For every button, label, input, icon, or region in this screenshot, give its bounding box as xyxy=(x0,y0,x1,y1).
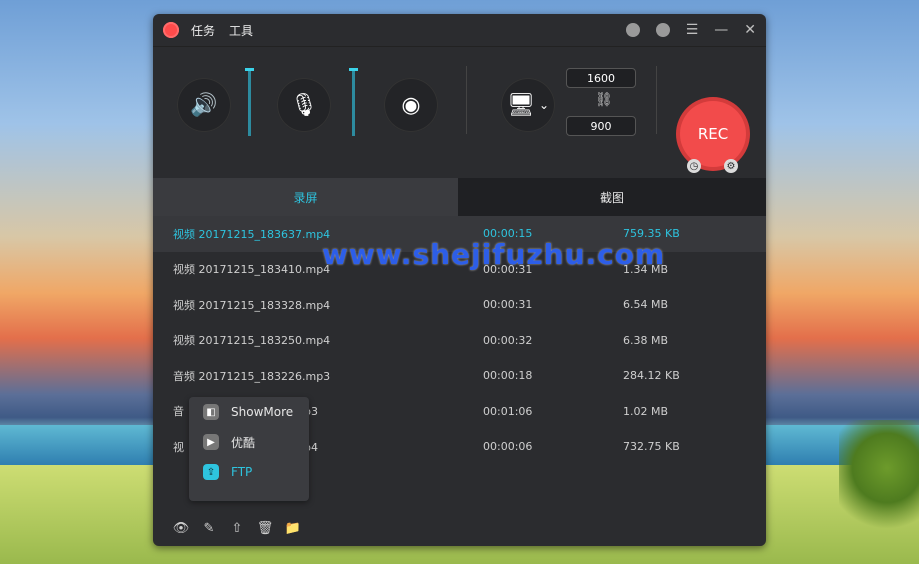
menu-tasks[interactable]: 任务 xyxy=(191,22,215,39)
watermark-text: www.shejifuzhu.com xyxy=(322,238,666,271)
tab-screenshot[interactable]: 截图 xyxy=(458,178,766,216)
settings-icon[interactable]: ⚙ xyxy=(724,159,738,173)
microphone-icon: 🎙 xyxy=(290,92,318,118)
tab-record[interactable]: 录屏 xyxy=(153,178,458,216)
popup-item-youku[interactable]: ▶ 优酷 xyxy=(189,427,309,457)
controls-divider-1 xyxy=(466,66,467,134)
popup-item-label: 优酷 xyxy=(231,435,256,450)
file-name-start: 音 xyxy=(173,405,184,419)
close-icon[interactable]: ✕ xyxy=(744,23,756,37)
file-duration: 00:00:18 xyxy=(483,369,533,383)
upload-icon[interactable]: ⇧ xyxy=(229,520,245,536)
file-duration: 00:00:32 xyxy=(483,333,533,347)
rec-button[interactable]: REC xyxy=(680,101,746,167)
youku-icon: ▶ xyxy=(203,434,219,450)
file-size: 1.02 MB xyxy=(623,404,669,418)
speaker-volume-slider[interactable] xyxy=(245,68,254,136)
file-duration: 00:01:06 xyxy=(483,404,533,418)
bottom-toolbar: 👁 ✎ ⇧ 🗑 📁 xyxy=(153,510,766,546)
file-name: 视频 20171215_183328.mp4 xyxy=(173,298,331,312)
height-input[interactable]: 900 xyxy=(566,116,636,136)
file-size: 284.12 KB xyxy=(623,369,680,383)
folder-icon[interactable]: 📁 xyxy=(285,520,301,536)
aspect-lock-icon[interactable]: ⛓ xyxy=(595,92,613,108)
file-duration: 00:00:06 xyxy=(483,440,533,454)
microphone-button[interactable]: 🎙 xyxy=(277,78,331,132)
tabs: 录屏 截图 xyxy=(153,178,766,216)
file-name: 视频 20171215_183250.mp4 xyxy=(173,334,331,348)
titlebar: 任务 工具 ☰ — ✕ xyxy=(153,14,766,47)
popup-item-showmore[interactable]: ◧ ShowMore xyxy=(189,397,309,427)
minimize-icon[interactable]: — xyxy=(714,23,728,37)
user-icon[interactable] xyxy=(625,23,640,37)
webcam-button[interactable]: ◉ xyxy=(384,78,438,132)
schedule-icon[interactable]: ◷ xyxy=(687,159,701,173)
table-row[interactable]: 音频 20171215_183226.mp3 00:00:18 284.12 K… xyxy=(153,358,766,394)
popup-item-label: FTP xyxy=(231,465,253,479)
table-row[interactable]: 视频 20171215_183250.mp4 00:00:32 6.38 MB xyxy=(153,323,766,359)
brush-icon[interactable]: ✎ xyxy=(201,520,217,536)
file-size: 6.54 MB xyxy=(623,298,669,312)
webcam-icon: ◉ xyxy=(401,92,421,118)
app-logo-icon xyxy=(163,22,179,38)
popup-item-label: ShowMore xyxy=(231,405,294,419)
desktop-palm xyxy=(839,420,919,540)
speaker-volume-thumb[interactable] xyxy=(245,68,254,71)
microphone-volume-slider[interactable] xyxy=(349,68,358,136)
file-size: 6.38 MB xyxy=(623,333,669,347)
share-popup-menu: ◧ ShowMore ▶ 优酷 ⇪ FTP xyxy=(189,397,309,501)
menu-tools[interactable]: 工具 xyxy=(229,22,253,39)
controls-panel: 🔊 🎙 ◉ 🖥 ⌄ 1600 ⛓ 900 REC ◷ ⚙ xyxy=(153,46,766,176)
file-name-start: 视 xyxy=(173,440,184,454)
width-input[interactable]: 1600 xyxy=(566,68,636,88)
chat-icon[interactable] xyxy=(655,23,670,37)
titlebar-actions: ☰ — ✕ xyxy=(625,23,756,37)
chevron-down-icon: ⌄ xyxy=(538,98,549,112)
file-duration: 00:00:31 xyxy=(483,298,533,312)
showmore-icon: ◧ xyxy=(203,404,219,420)
ftp-icon: ⇪ xyxy=(203,464,219,480)
recorder-window: 任务 工具 ☰ — ✕ 🔊 🎙 ◉ 🖥 ⌄ 1600 ⛓ 900 REC ◷ ⚙… xyxy=(153,14,766,546)
microphone-volume-thumb[interactable] xyxy=(349,68,358,71)
table-row[interactable]: 视频 20171215_183328.mp4 00:00:31 6.54 MB xyxy=(153,287,766,323)
speaker-icon: 🔊 xyxy=(190,92,218,118)
controls-divider-2 xyxy=(656,66,657,134)
screen-mode-button[interactable]: 🖥 ⌄ xyxy=(501,78,555,132)
trash-icon[interactable]: 🗑 xyxy=(257,520,274,536)
file-size: 732.75 KB xyxy=(623,440,680,454)
popup-item-ftp[interactable]: ⇪ FTP xyxy=(189,457,309,487)
file-name: 音频 20171215_183226.mp3 xyxy=(173,369,331,383)
monitor-icon: 🖥 xyxy=(507,92,535,118)
eye-icon[interactable]: 👁 xyxy=(173,520,190,536)
menu-icon[interactable]: ☰ xyxy=(686,23,699,37)
speaker-button[interactable]: 🔊 xyxy=(177,78,231,132)
